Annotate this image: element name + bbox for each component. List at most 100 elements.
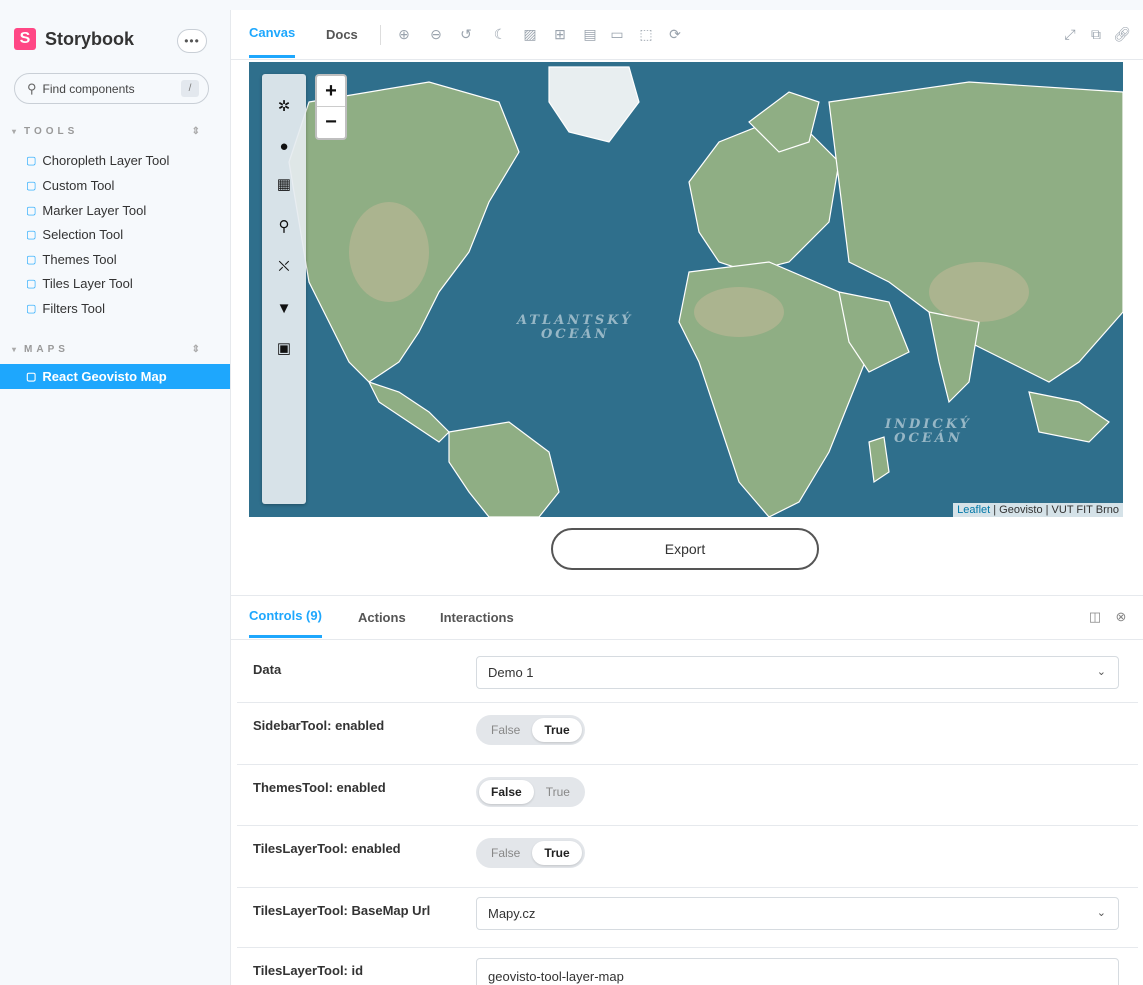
layers-icon[interactable]: ▦: [274, 174, 294, 194]
bookmark-icon: ▢: [26, 155, 37, 167]
toggle-option-false[interactable]: False: [479, 841, 532, 865]
road-icon[interactable]: ⛌: [274, 256, 294, 276]
zoom-in-icon[interactable]: ⊕: [395, 25, 413, 43]
sidebar-item-label: Tiles Layer Tool: [42, 276, 133, 291]
brand-title: Storybook: [45, 28, 135, 49]
sidebar-item-tiles-layer-tool[interactable]: ▢ Tiles Layer Tool: [0, 271, 230, 296]
image-icon[interactable]: ▨: [521, 25, 539, 43]
toggle-option-true[interactable]: True: [532, 841, 582, 865]
basemap-url-select[interactable]: Mapy.cz ⌄: [476, 897, 1119, 930]
ocean-label-atlantic: ATLANTSKÝ OCEÁN: [517, 313, 634, 342]
collapse-caret-icon: ▾: [12, 345, 21, 354]
brand[interactable]: S Storybook: [14, 28, 134, 50]
grid-icon[interactable]: ⊞: [551, 25, 569, 43]
more-options-button[interactable]: •••: [177, 29, 207, 53]
measure-icon[interactable]: ▭: [608, 25, 626, 43]
tab-interactions[interactable]: Interactions: [440, 596, 514, 639]
open-new-tab-icon[interactable]: ⧉: [1087, 25, 1105, 43]
export-button[interactable]: Export: [551, 528, 819, 570]
section-title: MAPS: [24, 344, 69, 355]
bookmark-icon: ▢: [26, 254, 37, 266]
tab-actions[interactable]: Actions: [358, 596, 406, 639]
collapse-caret-icon: ▾: [12, 127, 21, 136]
sidebar-item-label: Choropleth Layer Tool: [42, 153, 170, 168]
copy-link-icon[interactable]: 🔗︎: [1113, 25, 1131, 43]
zoom-out-button[interactable]: −: [317, 107, 345, 138]
globe-icon[interactable]: ●: [274, 136, 294, 156]
control-row-tileslayertool-id: TilesLayerTool: id geovisto-tool-layer-m…: [237, 948, 1138, 985]
tab-canvas[interactable]: Canvas: [249, 10, 296, 58]
toggle-option-false[interactable]: False: [479, 718, 532, 742]
preview-toolbar: Canvas Docs ⊕ ⊖ ↺ ☾ ▨ ⊞ ▤ ▭ ⬚ ⟳ ⤢ ⧉ 🔗︎: [231, 10, 1143, 60]
refresh-icon[interactable]: ⟳: [666, 25, 684, 43]
background-icon[interactable]: ☾: [491, 25, 509, 43]
world-map-tiles: [249, 62, 1123, 517]
expand-collapse-icon[interactable]: ⇕: [192, 344, 200, 355]
settings-icon[interactable]: ✲: [274, 96, 294, 116]
addons-tabbar: Controls (9) Actions Interactions ◫ ⊗: [231, 596, 1143, 640]
select-value: Demo 1: [488, 665, 534, 680]
search-icon: ⚲: [27, 80, 37, 96]
toggle-option-true[interactable]: True: [534, 780, 582, 804]
section-header-maps[interactable]: ▾ MAPS ⇕: [12, 344, 212, 355]
search-shortcut-hint: /: [181, 80, 199, 97]
zoom-in-button[interactable]: +: [317, 76, 345, 107]
zoom-reset-icon[interactable]: ↺: [457, 25, 475, 43]
filter-icon[interactable]: ▼: [274, 298, 294, 318]
tab-controls[interactable]: Controls (9): [249, 596, 322, 638]
geovisto-map[interactable]: ATLANTSKÝ OCEÁN INDICKÝ OCEÁN ✲ ● ▦ ⚲ ⛌ …: [249, 62, 1123, 517]
storybook-logo-icon: S: [14, 28, 36, 50]
sidebar-item-react-geovisto-map[interactable]: ▢ React Geovisto Map: [0, 364, 230, 389]
sidebar-item-custom-tool[interactable]: ▢ Custom Tool: [0, 173, 230, 198]
bookmark-icon: ▢: [26, 205, 37, 217]
panel-orientation-icon[interactable]: ◫: [1087, 609, 1103, 625]
zoom-out-icon[interactable]: ⊖: [427, 25, 445, 43]
sidebar-item-marker-layer-tool[interactable]: ▢ Marker Layer Tool: [0, 198, 230, 223]
tileslayertool-enabled-toggle[interactable]: False True: [476, 838, 585, 868]
leaflet-link[interactable]: Leaflet: [957, 504, 990, 516]
marker-icon[interactable]: ⚲: [274, 216, 294, 236]
image-icon[interactable]: ▣: [274, 338, 294, 358]
fullscreen-icon[interactable]: ⤢: [1061, 25, 1079, 43]
tileslayertool-id-input[interactable]: geovisto-tool-layer-map: [476, 958, 1119, 985]
tab-docs[interactable]: Docs: [326, 10, 358, 59]
sidebar-item-label: Custom Tool: [42, 178, 115, 193]
section-header-tools[interactable]: ▾ TOOLS ⇕: [12, 126, 212, 137]
control-label: ThemesTool: enabled: [253, 780, 386, 795]
canvas-area: ATLANTSKÝ OCEÁN INDICKÝ OCEÁN ✲ ● ▦ ⚲ ⛌ …: [231, 60, 1143, 595]
sidebar-item-label: Marker Layer Tool: [42, 203, 147, 218]
sidebar-item-choropleth-layer-tool[interactable]: ▢ Choropleth Layer Tool: [0, 148, 230, 173]
bookmark-icon: ▢: [26, 180, 37, 192]
data-select[interactable]: Demo 1 ⌄: [476, 656, 1119, 689]
toggle-option-true[interactable]: True: [532, 718, 582, 742]
control-label: SidebarTool: enabled: [253, 718, 385, 733]
sidebar-item-selection-tool[interactable]: ▢ Selection Tool: [0, 222, 230, 247]
control-label: Data: [253, 662, 282, 677]
sidebar-item-label: Filters Tool: [42, 301, 106, 316]
ocean-label-indian: INDICKÝ OCEÁN: [885, 417, 972, 446]
bookmark-icon: ▢: [26, 303, 37, 315]
sidebar-item-themes-tool[interactable]: ▢ Themes Tool: [0, 247, 230, 272]
bookmark-icon: ▢: [26, 278, 37, 290]
control-row-sidebartool-enabled: SidebarTool: enabled False True: [237, 703, 1138, 765]
sidebar-item-filters-tool[interactable]: ▢ Filters Tool: [0, 296, 230, 321]
section-title: TOOLS: [24, 126, 79, 137]
main-panel: Canvas Docs ⊕ ⊖ ↺ ☾ ▨ ⊞ ▤ ▭ ⬚ ⟳ ⤢ ⧉ 🔗︎ A…: [230, 10, 1143, 985]
expand-collapse-icon[interactable]: ⇕: [192, 126, 200, 137]
control-label: TilesLayerTool: id: [253, 963, 364, 978]
search-input[interactable]: ⚲ Find components /: [14, 73, 209, 104]
toggle-option-false[interactable]: False: [479, 780, 534, 804]
themestool-enabled-toggle[interactable]: False True: [476, 777, 585, 807]
sidebar-item-label: React Geovisto Map: [42, 369, 167, 384]
control-row-themestool-enabled: ThemesTool: enabled False True: [237, 765, 1138, 826]
outline-icon[interactable]: ⬚: [637, 25, 655, 43]
viewport-icon[interactable]: ▤: [581, 25, 599, 43]
toolbar-divider: [380, 25, 381, 45]
close-panel-icon[interactable]: ⊗: [1113, 609, 1129, 625]
sidebartool-enabled-toggle[interactable]: False True: [476, 715, 585, 745]
addons-panel: Controls (9) Actions Interactions ◫ ⊗ Da…: [231, 595, 1143, 985]
sidebar-item-label: Selection Tool: [42, 227, 124, 242]
bookmark-icon: ▢: [26, 229, 37, 241]
chevron-down-icon: ⌄: [1096, 907, 1106, 919]
sidebar: S Storybook ••• ⚲ Find components / ▾ TO…: [0, 0, 230, 985]
